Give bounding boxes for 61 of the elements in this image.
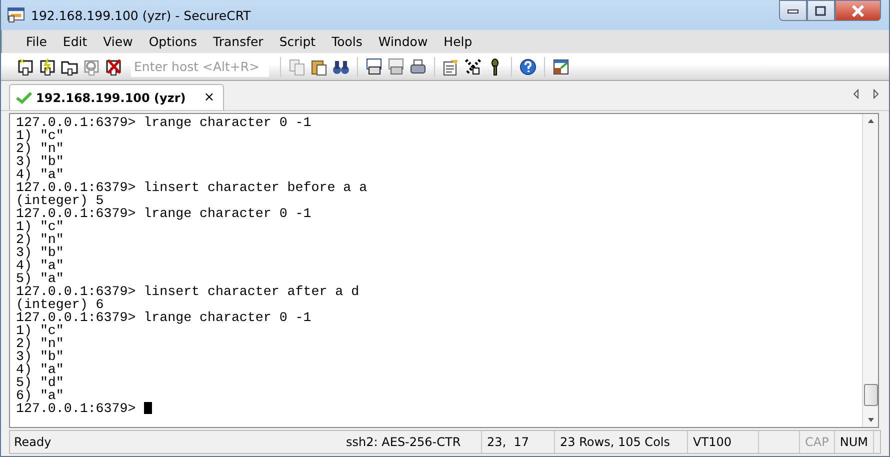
terminal-line: 4) "a" [16,168,64,181]
window-title: 192.168.199.100 (yzr) - SecureCRT [31,8,252,22]
emulation-type: VT100 [687,431,758,453]
terminal-line: 1) "c" [16,324,64,337]
close-icon [851,4,865,16]
menu-item[interactable]: View [95,34,141,49]
terminal-line: 3) "b" [16,350,64,363]
scroll-left-icon[interactable] [853,89,859,99]
close-button[interactable] [835,0,881,21]
terminal-line: (integer) 6 [16,298,104,311]
window-printer-icon[interactable] [365,58,383,76]
terminal-size: 23 Rows, 105 Cols [554,431,688,453]
key-indicator: NUM [834,431,873,453]
properties-icon[interactable] [442,58,460,76]
terminal-line: 127.0.0.1:6379> [16,402,137,415]
menu-item[interactable]: Edit [54,34,96,49]
terminal-line: 6) "a" [16,389,64,402]
terminal-line: (integer) 5 [16,194,104,207]
terminal-line: 4) "a" [16,259,64,272]
menu-item[interactable]: Help [436,34,480,49]
terminal-line: 1) "c" [16,129,64,142]
menu-item[interactable]: Script [271,34,324,49]
terminal-line: 2) "n" [16,142,64,155]
scroll-right-icon[interactable] [873,89,879,99]
menu-item[interactable]: Tools [324,34,370,49]
terminal-line: 3) "b" [16,246,64,259]
terminal-line: 127.0.0.1:6379> linsert character before a a [16,181,368,194]
maximize-button[interactable] [807,0,835,21]
vertical-scrollbar[interactable] [862,114,878,427]
scrollbar-thumb[interactable] [864,384,878,406]
key-indicator: CAP [799,431,834,453]
terminal-line: 127.0.0.1:6379> lrange character 0 -1 [16,207,312,220]
printer-icon[interactable] [409,58,427,76]
menu-item[interactable]: Transfer [205,34,272,49]
cipher-status: ssh2: AES-256-CTR [345,434,462,451]
disconnect-icon[interactable] [105,58,123,76]
terminal-line: 3) "b" [16,155,64,168]
paste-icon[interactable] [310,58,328,76]
menu-item[interactable]: Options [140,34,206,49]
minimize-icon [787,8,799,14]
help-icon[interactable] [519,58,537,76]
terminal-line: 2) "n" [16,337,64,350]
app-icon [7,7,25,23]
terminal-line: 5) "d" [16,376,64,389]
terminal-line: 127.0.0.1:6379> linsert character after a d [16,285,360,298]
terminal-line: 5) "a" [16,272,64,285]
terminal-line: 1) "c" [16,220,64,233]
menu-item[interactable]: Window [370,34,436,49]
connect-icon[interactable] [17,58,35,76]
terminal-line: 127.0.0.1:6379> lrange character 0 -1 [16,311,312,324]
status-text: Ready [13,434,52,451]
terminal-line: 2) "n" [16,233,64,246]
minimize-button[interactable] [779,0,807,21]
menu-item[interactable]: File [18,34,55,49]
quick-connect-icon[interactable] [39,58,57,76]
session-tab[interactable]: 192.168.199.100 (yzr) × [9,84,224,110]
terminal-line: 127.0.0.1:6379> lrange character 0 -1 [16,116,312,129]
terminal-line: 4) "a" [16,363,64,376]
maximize-icon [815,6,827,16]
cursor-position: 23, 17 [481,431,554,453]
tab-close-button[interactable]: × [204,90,215,105]
